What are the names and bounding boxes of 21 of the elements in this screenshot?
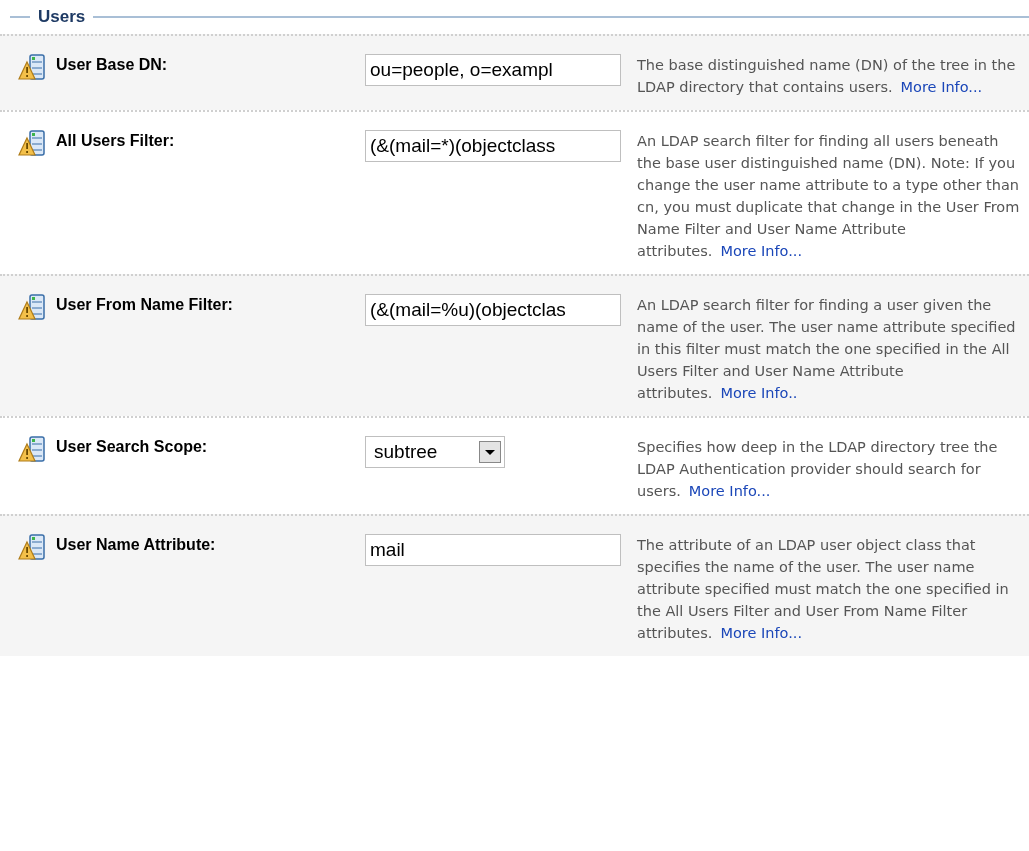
field-description: The attribute of an LDAP user object class that specifies the name of the user. The user name attribute specified must match the one specified in the All Users Filter and User From Name Filter attributes. More Info... <box>637 536 1010 643</box>
field-description: An LDAP search filter for finding a user given the name of the user. The user name attribute specified in this filter must match the one specified in the All Users Filter and User Name Attribute attributes. More Info.. <box>637 296 1017 403</box>
field-description: An LDAP search filter for finding all users beneath the base user distinguished name (DN). Note: If you change the user name attribute to a type other than cn, you must duplicate that change in the User From Name Filter and User Name Attribute attributes. More Info... <box>637 132 1021 261</box>
more-info-link[interactable]: More Info.. <box>720 385 798 401</box>
field-description: Specifies how deep in the LDAP directory tree the LDAP Authentication provider should search for users. More Info... <box>637 438 999 501</box>
field-description: The base distinguished name (DN) of the tree in the LDAP directory that contains users. More Info... <box>637 56 1017 97</box>
field-label: User Search Scope: <box>56 437 208 456</box>
text-field[interactable]: (&(mail=%u)(objectclas <box>365 294 621 326</box>
text-field[interactable]: (&(mail=*)(objectclass <box>365 130 621 162</box>
more-info-link[interactable]: More Info... <box>688 483 771 499</box>
section-title: Users <box>38 7 86 27</box>
more-info-link[interactable]: More Info... <box>720 625 802 641</box>
more-info-link[interactable]: More Info... <box>900 79 983 95</box>
text-field[interactable]: ou=people, o=exampl <box>365 54 621 86</box>
field-label: User Base DN: <box>56 55 168 74</box>
field-label: All Users Filter: <box>56 131 175 150</box>
dropdown[interactable]: subtree <box>365 436 505 468</box>
more-info-link[interactable]: More Info... <box>720 243 802 259</box>
text-field[interactable]: mail <box>365 534 621 566</box>
field-label: User From Name Filter: <box>56 295 233 314</box>
field-label: User Name Attribute: <box>56 535 216 554</box>
